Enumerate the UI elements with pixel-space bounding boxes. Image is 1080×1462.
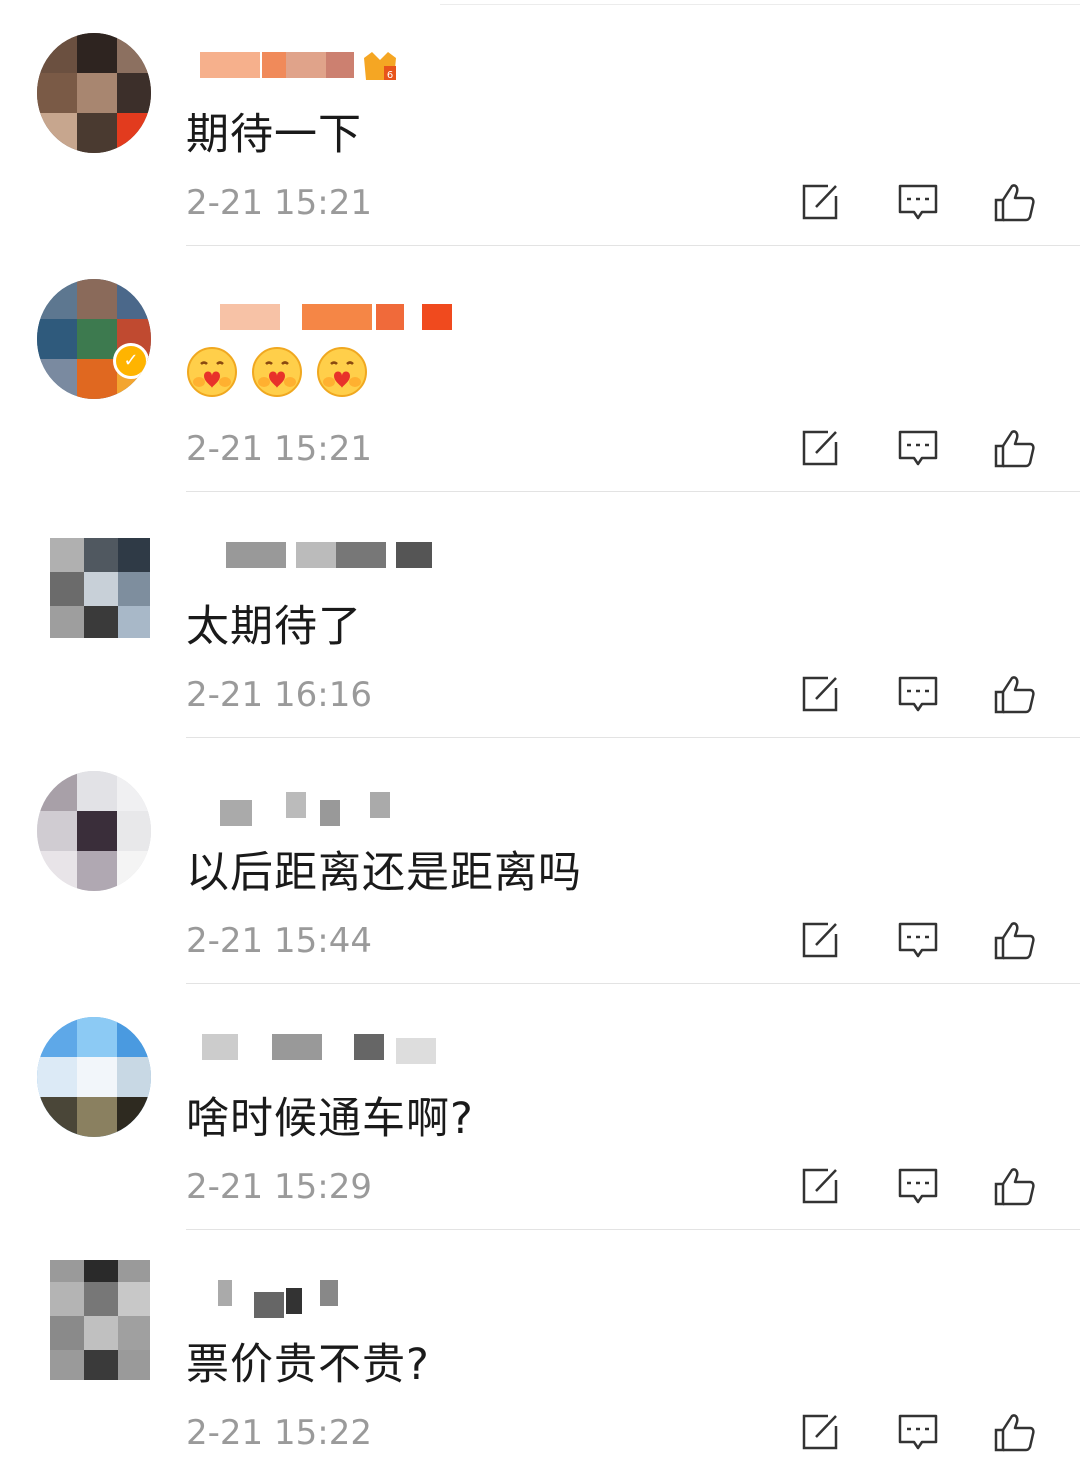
member-badge-icon: 6 [360,48,400,84]
thumbs-up-icon[interactable] [992,672,1036,716]
thumbs-up-icon[interactable] [992,180,1036,224]
comment-icon[interactable] [896,918,940,962]
thumbs-up-icon[interactable] [992,426,1036,470]
username-blurred[interactable] [186,538,446,578]
comment-text: 期待一下 [186,110,362,160]
comment-actions [0,918,1080,962]
comment-text: 票价贵不贵? [186,1340,430,1390]
comment-icon[interactable] [896,1410,940,1454]
comment-item[interactable]: 以后距离还是距离吗 2-21 15:44 [0,738,1080,984]
username-blurred[interactable] [186,46,446,86]
comment-actions [0,1410,1080,1454]
repost-icon[interactable] [798,672,842,716]
avatar[interactable] [37,1017,151,1137]
comment-item[interactable]: 票价贵不贵? 2-21 15:22 [0,1230,1080,1462]
comment-icon[interactable] [896,672,940,716]
comment-actions [0,426,1080,470]
username-blurred[interactable] [186,784,446,826]
thumbs-up-icon[interactable] [992,1410,1036,1454]
comment-item[interactable]: ✓ 2-21 15:21 [0,246,1080,492]
repost-icon[interactable] [798,180,842,224]
avatar[interactable] [50,538,150,638]
verified-badge-icon: ✓ [113,343,149,379]
svg-text:6: 6 [387,70,393,81]
repost-icon[interactable] [798,918,842,962]
comment-item[interactable]: 啥时候通车啊? 2-21 15:29 [0,984,1080,1230]
comment-icon[interactable] [896,1164,940,1208]
avatar[interactable] [37,33,151,153]
comment-icon[interactable] [896,426,940,470]
username-blurred[interactable] [186,1030,446,1070]
comment-icon[interactable] [896,180,940,224]
emoji-row [186,346,368,402]
username-blurred[interactable] [186,292,466,332]
repost-icon[interactable] [798,426,842,470]
comment-actions [0,1164,1080,1208]
avatar[interactable] [50,1260,150,1380]
repost-icon[interactable] [798,1410,842,1454]
comment-actions [0,180,1080,224]
avatar[interactable]: ✓ [37,279,151,399]
thumbs-up-icon[interactable] [992,918,1036,962]
hug-emoji-icon [186,346,238,402]
comment-text: 啥时候通车啊? [186,1094,474,1144]
comment-item[interactable]: 6 期待一下 2-21 15:21 [0,0,1080,246]
repost-icon[interactable] [798,1164,842,1208]
comment-actions [0,672,1080,716]
comment-item[interactable]: 太期待了 2-21 16:16 [0,492,1080,738]
comment-text: 太期待了 [186,602,362,652]
username-blurred[interactable] [186,1276,446,1318]
hug-emoji-icon [251,346,303,402]
hug-emoji-icon [316,346,368,402]
avatar[interactable] [37,771,151,891]
thumbs-up-icon[interactable] [992,1164,1036,1208]
comment-text: 以后距离还是距离吗 [186,848,582,898]
